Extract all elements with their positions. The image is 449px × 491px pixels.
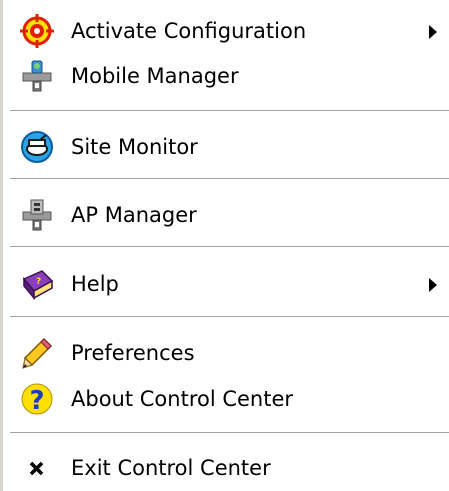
close-x-icon (20, 451, 54, 485)
menu-item-ap-manager[interactable]: AP Manager (0, 195, 449, 235)
menu-item-label: Preferences (71, 341, 195, 365)
menu-item-label: Activate Configuration (71, 19, 307, 43)
submenu-arrow-icon (426, 275, 440, 293)
context-menu: Activate Configuration Mobile Manager Si… (0, 0, 449, 491)
site-monitor-icon (20, 130, 54, 164)
menu-separator (10, 246, 449, 248)
ap-manager-icon (20, 198, 54, 232)
menu-item-label: Exit Control Center (71, 456, 271, 480)
menu-item-label: Mobile Manager (71, 64, 239, 88)
help-book-icon: ? (20, 267, 54, 301)
svg-text:?: ? (36, 277, 41, 287)
menu-separator (10, 432, 449, 434)
menu-item-mobile-manager[interactable]: Mobile Manager (0, 56, 449, 96)
submenu-arrow-icon (426, 22, 440, 40)
menu-item-site-monitor[interactable]: Site Monitor (0, 127, 449, 167)
question-icon: ? (20, 382, 54, 416)
menu-item-about-control-center[interactable]: ? About Control Center (0, 379, 449, 419)
menu-separator (10, 110, 449, 112)
menu-item-label: About Control Center (71, 387, 294, 411)
target-icon (20, 14, 54, 48)
menu-separator (10, 316, 449, 318)
menu-item-label: AP Manager (71, 203, 197, 227)
menu-item-label: Site Monitor (71, 135, 198, 159)
menu-item-exit-control-center[interactable]: Exit Control Center (0, 448, 449, 488)
svg-text:?: ? (29, 386, 44, 416)
menu-item-activate-configuration[interactable]: Activate Configuration (0, 11, 449, 51)
menu-item-preferences[interactable]: Preferences (0, 333, 449, 373)
mobile-manager-icon (20, 59, 54, 93)
menu-item-help[interactable]: ? Help (0, 264, 449, 304)
pencil-icon (20, 336, 54, 370)
menu-separator (10, 178, 449, 180)
menu-item-label: Help (71, 272, 119, 296)
